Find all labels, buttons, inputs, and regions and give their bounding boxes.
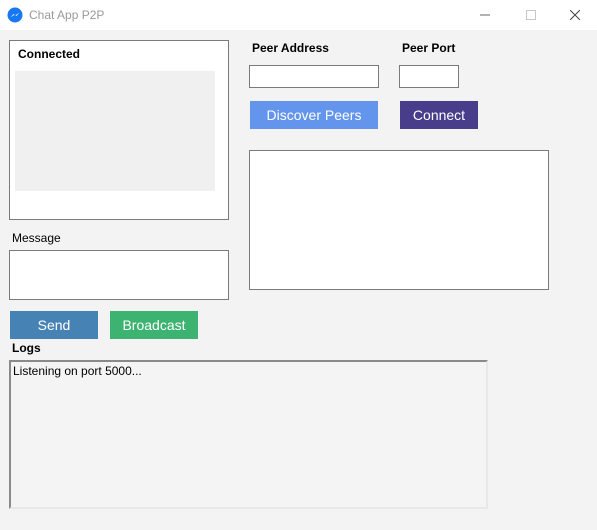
minimize-button[interactable]: [462, 0, 508, 30]
peer-port-input[interactable]: [399, 65, 459, 88]
messenger-icon: [7, 7, 23, 23]
close-icon: [570, 10, 580, 20]
connected-panel: Connected: [9, 40, 229, 220]
send-button[interactable]: Send: [10, 311, 98, 339]
discovered-peers-list[interactable]: [249, 150, 549, 290]
peer-port-label: Peer Port: [402, 41, 456, 55]
window-title: Chat App P2P: [29, 8, 105, 22]
logs-output[interactable]: Listening on port 5000...: [9, 360, 488, 509]
maximize-icon: [526, 10, 536, 20]
peer-address-label: Peer Address: [252, 41, 329, 55]
close-button[interactable]: [552, 0, 597, 30]
message-input[interactable]: [9, 250, 229, 300]
connected-peers-list[interactable]: [15, 71, 215, 191]
connect-button[interactable]: Connect: [400, 101, 478, 129]
message-label: Message: [12, 231, 61, 245]
chat-app-window: Chat App P2P Connected Message Send Broa…: [0, 0, 597, 530]
minimize-icon: [480, 14, 490, 16]
peer-address-input[interactable]: [249, 65, 379, 88]
maximize-button[interactable]: [508, 0, 554, 30]
discover-peers-button[interactable]: Discover Peers: [250, 101, 378, 129]
logs-label: Logs: [12, 341, 41, 355]
broadcast-button[interactable]: Broadcast: [110, 311, 198, 339]
connected-label: Connected: [18, 47, 81, 61]
title-bar[interactable]: Chat App P2P: [0, 0, 597, 30]
